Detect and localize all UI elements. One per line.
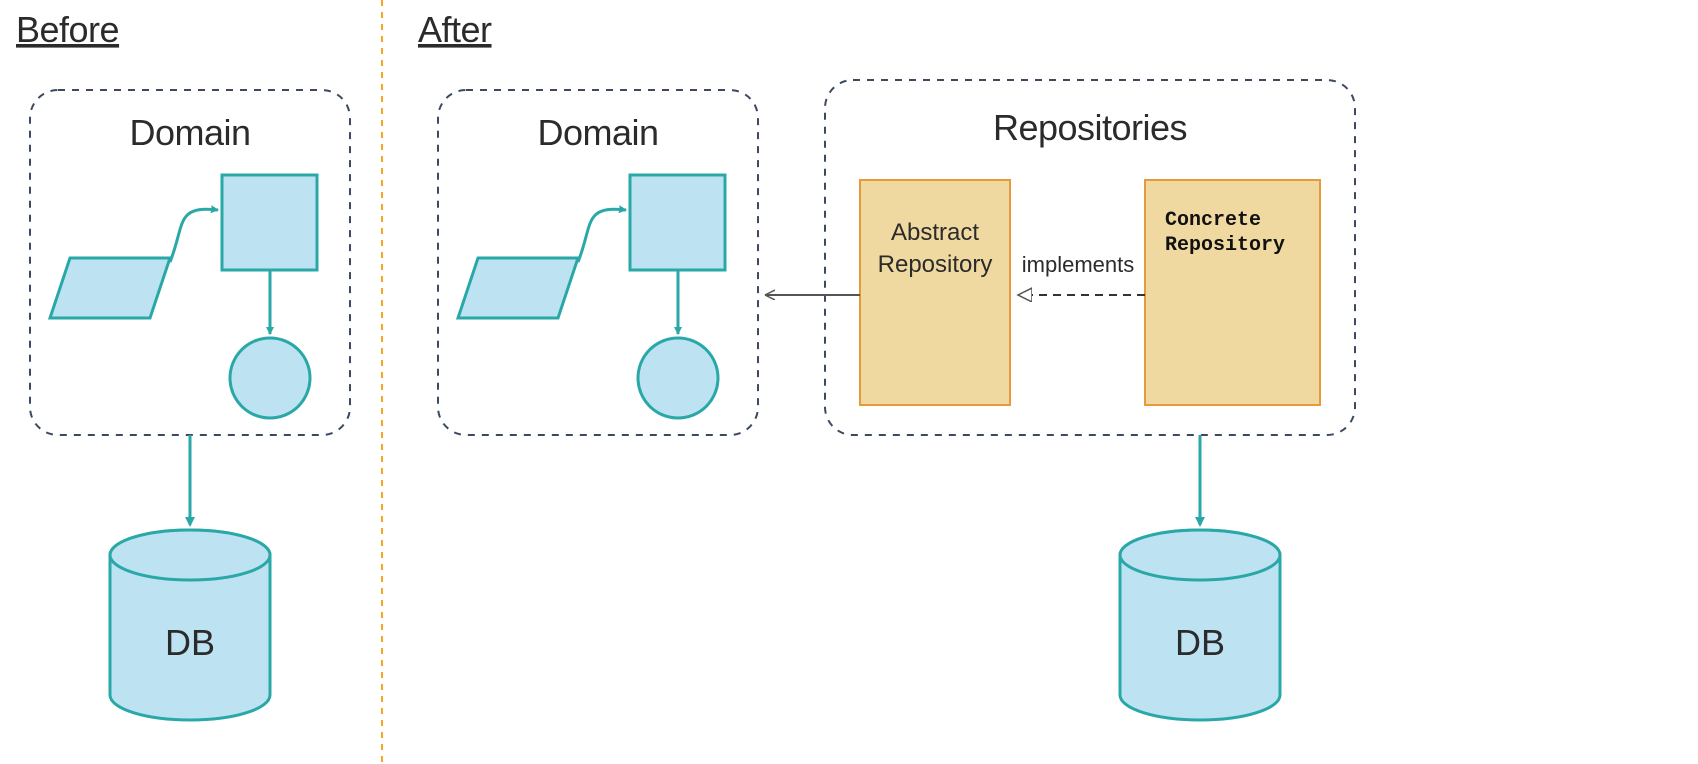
- after-heading: After: [418, 9, 492, 50]
- domain-title-after: Domain: [537, 112, 658, 153]
- db-cylinder-before: DB: [110, 530, 270, 720]
- db-label-after: DB: [1175, 622, 1225, 663]
- architecture-diagram: Before After Domain DB Domain: [0, 0, 1698, 764]
- concrete-repository-box: Concrete Repository: [1145, 180, 1320, 405]
- abstract-repo-label-2: Repository: [878, 251, 993, 278]
- implements-label: implements: [1022, 252, 1134, 277]
- domain-shapes-after: [458, 175, 725, 418]
- db-cylinder-after: DB: [1120, 530, 1280, 720]
- domain-shapes-before: [50, 175, 317, 418]
- domain-title-before: Domain: [129, 112, 250, 153]
- abstract-repo-label-1: Abstract: [891, 219, 979, 246]
- db-label-before: DB: [165, 622, 215, 663]
- concrete-repo-label-1: Concrete: [1165, 209, 1261, 232]
- abstract-repository-box: Abstract Repository: [860, 180, 1010, 405]
- repositories-title: Repositories: [993, 107, 1187, 148]
- concrete-repo-label-2: Repository: [1165, 234, 1285, 257]
- before-heading: Before: [16, 9, 119, 50]
